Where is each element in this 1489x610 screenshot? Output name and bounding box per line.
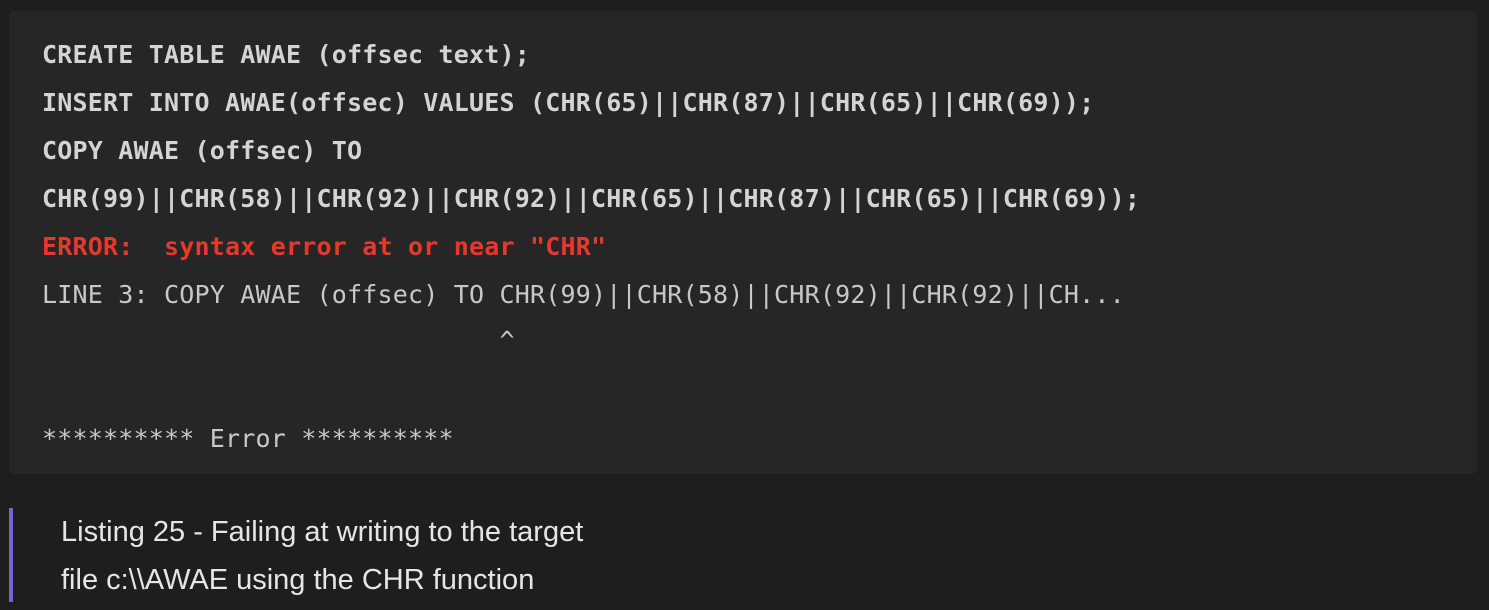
- error-banner: ********** Error **********: [42, 424, 454, 453]
- code-line-insert: INSERT INTO AWAE(offsec) VALUES (CHR(65)…: [42, 88, 1095, 117]
- code-line-create-table: CREATE TABLE AWAE (offsec text);: [42, 40, 531, 69]
- code-block: CREATE TABLE AWAE (offsec text); INSERT …: [9, 11, 1477, 474]
- error-caret: ^: [42, 326, 515, 355]
- listing-caption: Listing 25 - Failing at writing to the t…: [9, 508, 1209, 602]
- caption-line-1: Listing 25 - Failing at writing to the t…: [61, 516, 584, 548]
- code-line-chr-path: CHR(99)||CHR(58)||CHR(92)||CHR(92)||CHR(…: [42, 184, 1141, 213]
- error-line-context: LINE 3: COPY AWAE (offsec) TO CHR(99)||C…: [42, 280, 1125, 309]
- error-message: ERROR: syntax error at or near "CHR": [42, 232, 607, 261]
- code-line-copy: COPY AWAE (offsec) TO: [42, 136, 363, 165]
- caption-line-2: file c:\\AWAE using the CHR function: [61, 564, 535, 596]
